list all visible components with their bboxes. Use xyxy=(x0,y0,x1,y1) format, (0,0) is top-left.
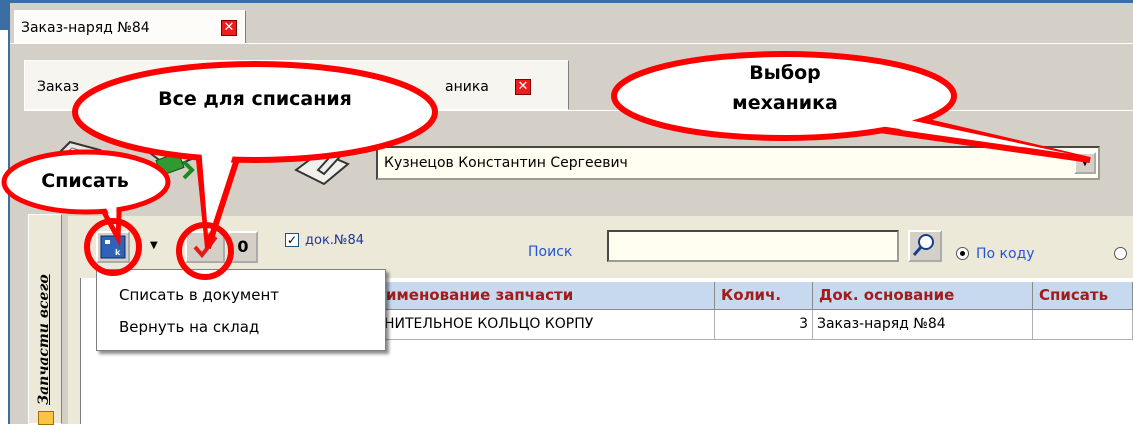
callout-all-for-write-off: Все для списания xyxy=(158,88,352,110)
callout-write-off: Списать xyxy=(41,170,129,192)
callout-choose-line2: механика xyxy=(732,92,838,114)
annotation-overlay xyxy=(1,51,1091,280)
callout-bubble-write-off xyxy=(1,149,171,248)
callout-choose-line1: Выбор xyxy=(749,62,821,84)
